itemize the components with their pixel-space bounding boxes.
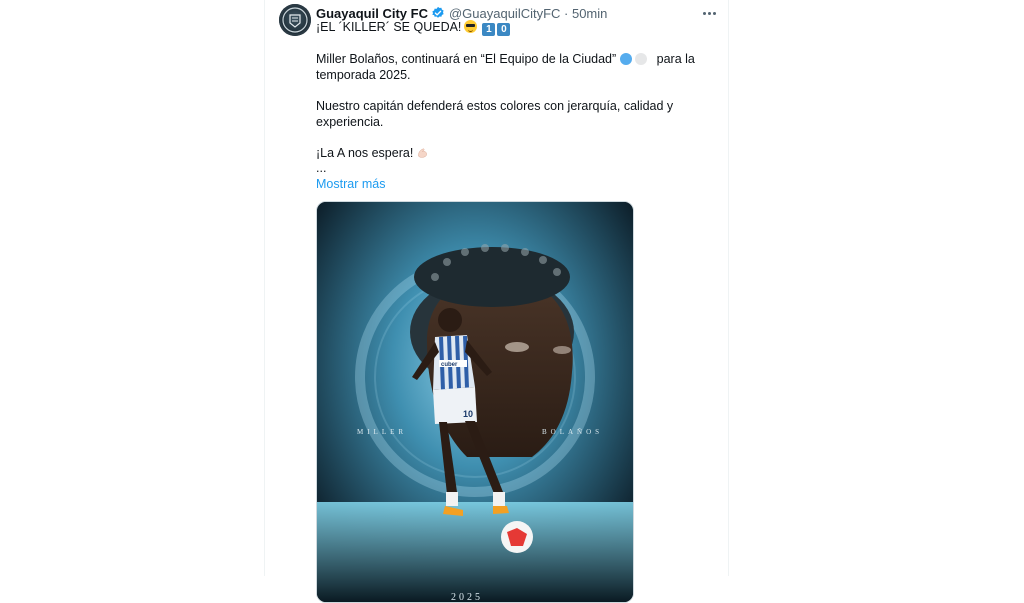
more-options-icon[interactable] — [699, 6, 719, 20]
white-circle-emoji-icon — [635, 53, 648, 65]
flexed-biceps-emoji-icon — [418, 148, 428, 158]
sunglasses-emoji-icon — [464, 20, 478, 33]
show-more-link[interactable]: Mostrar más — [316, 177, 385, 193]
tweet-line-1: ¡EL ´KILLER´ SE QUEDA! 1 0 — [316, 20, 511, 36]
tweet-line-5: experiencia. — [316, 115, 384, 129]
tweet-line-3: temporada 2025. — [316, 68, 411, 82]
club-crest-icon — [282, 7, 308, 33]
tweet-line-4: Nuestro capitán defenderá estos colores … — [316, 99, 674, 113]
tweet-line-7: ... — [316, 161, 327, 175]
blue-circle-emoji-icon — [620, 53, 633, 65]
jersey-number: 10 — [463, 409, 473, 419]
poster-name-right: BOLAÑOS — [542, 428, 603, 436]
timeline-right-border — [728, 0, 729, 576]
keycap-1-icon: 1 — [482, 23, 496, 36]
player-poster: MILLER BOLAÑOS cuber 10 2025 — [317, 202, 633, 602]
tweet-line-2: Miller Bolaños, continuará en “El Equipo… — [316, 52, 695, 66]
avatar[interactable] — [279, 4, 311, 36]
poster-name-left: MILLER — [357, 428, 407, 436]
tweet-card[interactable]: Guayaquil City FC @GuayaquilCityFC · 50m… — [265, 0, 728, 603]
handle-and-time[interactable]: @GuayaquilCityFC · 50min — [449, 6, 607, 21]
keycap-0-icon: 0 — [497, 23, 511, 36]
author-name[interactable]: Guayaquil City FC — [316, 6, 428, 21]
tweet-line-6: ¡La A nos espera! — [316, 146, 429, 162]
poster-bottom-text: 2025 — [451, 592, 483, 602]
verified-badge-icon — [432, 6, 444, 18]
jersey-sponsor: cuber — [441, 362, 458, 368]
tweet-media-image[interactable]: MILLER BOLAÑOS cuber 10 2025 — [316, 201, 634, 603]
